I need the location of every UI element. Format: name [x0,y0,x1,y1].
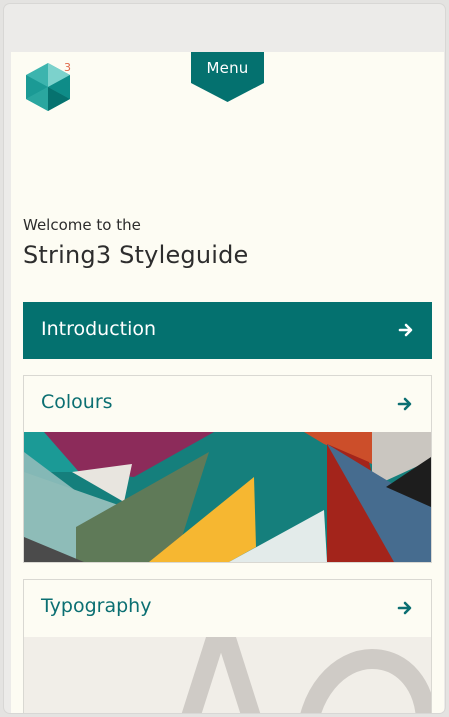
introduction-label: Introduction [41,318,157,340]
colours-card[interactable]: Colours [23,375,432,563]
logo-superscript: 3 [64,61,71,74]
typography-card[interactable]: Typography [23,579,432,713]
arrow-right-icon [398,323,413,337]
typography-label: Typography [41,595,152,617]
typography-illustration [24,637,431,713]
browser-frame: 3 Menu Welcome to the String3 Styleguide… [4,4,445,713]
introduction-card[interactable]: Introduction [23,302,432,359]
welcome-text: Welcome to the [23,216,141,234]
arrow-right-icon [397,397,412,411]
arrow-right-icon [397,601,412,615]
page-title: String3 Styleguide [23,241,249,269]
colours-label: Colours [41,391,113,413]
typography-card-header[interactable]: Typography [24,580,431,636]
typography-glyph-icon [181,637,431,713]
menu-label: Menu [206,59,249,77]
colours-illustration [24,432,431,562]
colours-card-header[interactable]: Colours [24,376,431,432]
page: 3 Menu Welcome to the String3 Styleguide… [11,52,444,713]
menu-button[interactable]: Menu [191,52,264,102]
